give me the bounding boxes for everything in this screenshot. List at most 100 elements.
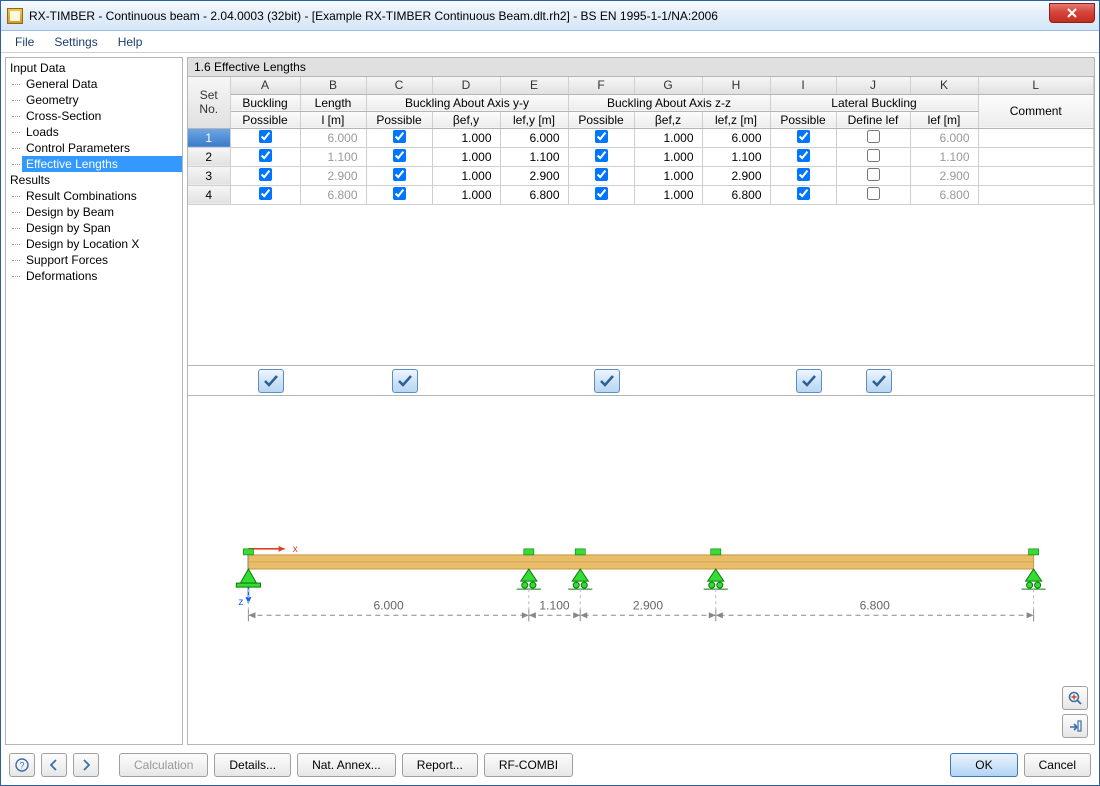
col-letter-i[interactable]: I	[770, 77, 836, 94]
cell-beta-y[interactable]: 1.000	[432, 185, 500, 204]
cell-define-lef[interactable]	[836, 166, 910, 185]
cell-buckling[interactable]	[230, 147, 300, 166]
row-number[interactable]: 3	[188, 166, 230, 185]
menu-help[interactable]: Help	[108, 33, 153, 51]
cell-lefz[interactable]: 1.100	[702, 147, 770, 166]
col-letter-l[interactable]: L	[978, 77, 1094, 94]
report-button[interactable]: Report...	[402, 753, 478, 777]
cell-lefz[interactable]: 2.900	[702, 166, 770, 185]
toggle-zz-possible[interactable]	[594, 369, 620, 393]
checkbox[interactable]	[797, 187, 810, 200]
row-number[interactable]: 2	[188, 147, 230, 166]
checkbox[interactable]	[867, 149, 880, 162]
cell-beta-y[interactable]: 1.000	[432, 128, 500, 147]
checkbox[interactable]	[595, 187, 608, 200]
help-button[interactable]: ?	[9, 753, 35, 777]
table-row[interactable]: 21.1001.0001.1001.0001.1001.100	[188, 147, 1094, 166]
cell-yy-possible[interactable]	[366, 128, 432, 147]
col-letter-g[interactable]: G	[634, 77, 702, 94]
tree-effective-lengths[interactable]: Effective Lengths	[22, 156, 182, 172]
cell-lef[interactable]: 6.000	[910, 128, 978, 147]
col-letter-b[interactable]: B	[300, 77, 366, 94]
cell-yy-possible[interactable]	[366, 166, 432, 185]
toggle-define-lef[interactable]	[866, 369, 892, 393]
cell-lb-possible[interactable]	[770, 128, 836, 147]
table-row[interactable]: 16.0001.0006.0001.0006.0006.000	[188, 128, 1094, 147]
checkbox[interactable]	[259, 187, 272, 200]
checkbox[interactable]	[595, 168, 608, 181]
checkbox[interactable]	[595, 130, 608, 143]
cell-comment[interactable]	[978, 147, 1094, 166]
cell-lefz[interactable]: 6.000	[702, 128, 770, 147]
cell-beta-z[interactable]: 1.000	[634, 147, 702, 166]
table-row[interactable]: 32.9001.0002.9001.0002.9002.900	[188, 166, 1094, 185]
nat-annex-button[interactable]: Nat. Annex...	[297, 753, 396, 777]
grid[interactable]: Set No. A B C D E F G H	[187, 76, 1095, 366]
col-letter-d[interactable]: D	[432, 77, 500, 94]
checkbox[interactable]	[867, 168, 880, 181]
tree-design-by-location-x[interactable]: Design by Location X	[22, 236, 182, 252]
cell-lef[interactable]: 1.100	[910, 147, 978, 166]
cell-lb-possible[interactable]	[770, 185, 836, 204]
cell-comment[interactable]	[978, 166, 1094, 185]
row-number[interactable]: 1	[188, 128, 230, 147]
cell-length[interactable]: 6.000	[300, 128, 366, 147]
checkbox[interactable]	[797, 168, 810, 181]
col-letter-f[interactable]: F	[568, 77, 634, 94]
cell-lefy[interactable]: 2.900	[500, 166, 568, 185]
checkbox[interactable]	[797, 130, 810, 143]
col-letter-j[interactable]: J	[836, 77, 910, 94]
row-number[interactable]: 4	[188, 185, 230, 204]
checkbox[interactable]	[393, 187, 406, 200]
cancel-button[interactable]: Cancel	[1024, 753, 1091, 777]
checkbox[interactable]	[867, 130, 880, 143]
tree-result-combinations[interactable]: Result Combinations	[22, 188, 182, 204]
cell-beta-y[interactable]: 1.000	[432, 147, 500, 166]
next-button[interactable]	[73, 753, 99, 777]
cell-comment[interactable]	[978, 128, 1094, 147]
cell-zz-possible[interactable]	[568, 185, 634, 204]
cell-lb-possible[interactable]	[770, 166, 836, 185]
toggle-buckling-possible[interactable]	[258, 369, 284, 393]
tree-loads[interactable]: Loads	[22, 124, 182, 140]
zoom-extents-button[interactable]	[1062, 686, 1088, 710]
cell-define-lef[interactable]	[836, 185, 910, 204]
col-letter-h[interactable]: H	[702, 77, 770, 94]
cell-buckling[interactable]	[230, 128, 300, 147]
cell-beta-z[interactable]: 1.000	[634, 128, 702, 147]
cell-buckling[interactable]	[230, 166, 300, 185]
tree-cross-section[interactable]: Cross-Section	[22, 108, 182, 124]
checkbox[interactable]	[259, 130, 272, 143]
checkbox[interactable]	[393, 168, 406, 181]
cell-beta-z[interactable]: 1.000	[634, 166, 702, 185]
cell-buckling[interactable]	[230, 185, 300, 204]
calculation-button[interactable]: Calculation	[119, 753, 208, 777]
close-button[interactable]	[1049, 3, 1095, 23]
toggle-lb-possible[interactable]	[796, 369, 822, 393]
tree-support-forces[interactable]: Support Forces	[22, 252, 182, 268]
cell-zz-possible[interactable]	[568, 128, 634, 147]
details-button[interactable]: Details...	[214, 753, 291, 777]
col-letter-e[interactable]: E	[500, 77, 568, 94]
cell-length[interactable]: 1.100	[300, 147, 366, 166]
cell-beta-y[interactable]: 1.000	[432, 166, 500, 185]
cell-length[interactable]: 6.800	[300, 185, 366, 204]
checkbox[interactable]	[797, 149, 810, 162]
cell-beta-z[interactable]: 1.000	[634, 185, 702, 204]
cell-lefy[interactable]: 1.100	[500, 147, 568, 166]
cell-lefy[interactable]: 6.800	[500, 185, 568, 204]
checkbox[interactable]	[393, 149, 406, 162]
checkbox[interactable]	[393, 130, 406, 143]
prev-button[interactable]	[41, 753, 67, 777]
tree-geometry[interactable]: Geometry	[22, 92, 182, 108]
toggle-yy-possible[interactable]	[392, 369, 418, 393]
cell-zz-possible[interactable]	[568, 166, 634, 185]
ok-button[interactable]: OK	[950, 753, 1017, 777]
cell-define-lef[interactable]	[836, 147, 910, 166]
checkbox[interactable]	[595, 149, 608, 162]
col-letter-c[interactable]: C	[366, 77, 432, 94]
cell-lefy[interactable]: 6.000	[500, 128, 568, 147]
tree-design-by-span[interactable]: Design by Span	[22, 220, 182, 236]
cell-lef[interactable]: 2.900	[910, 166, 978, 185]
tree-control-parameters[interactable]: Control Parameters	[22, 140, 182, 156]
